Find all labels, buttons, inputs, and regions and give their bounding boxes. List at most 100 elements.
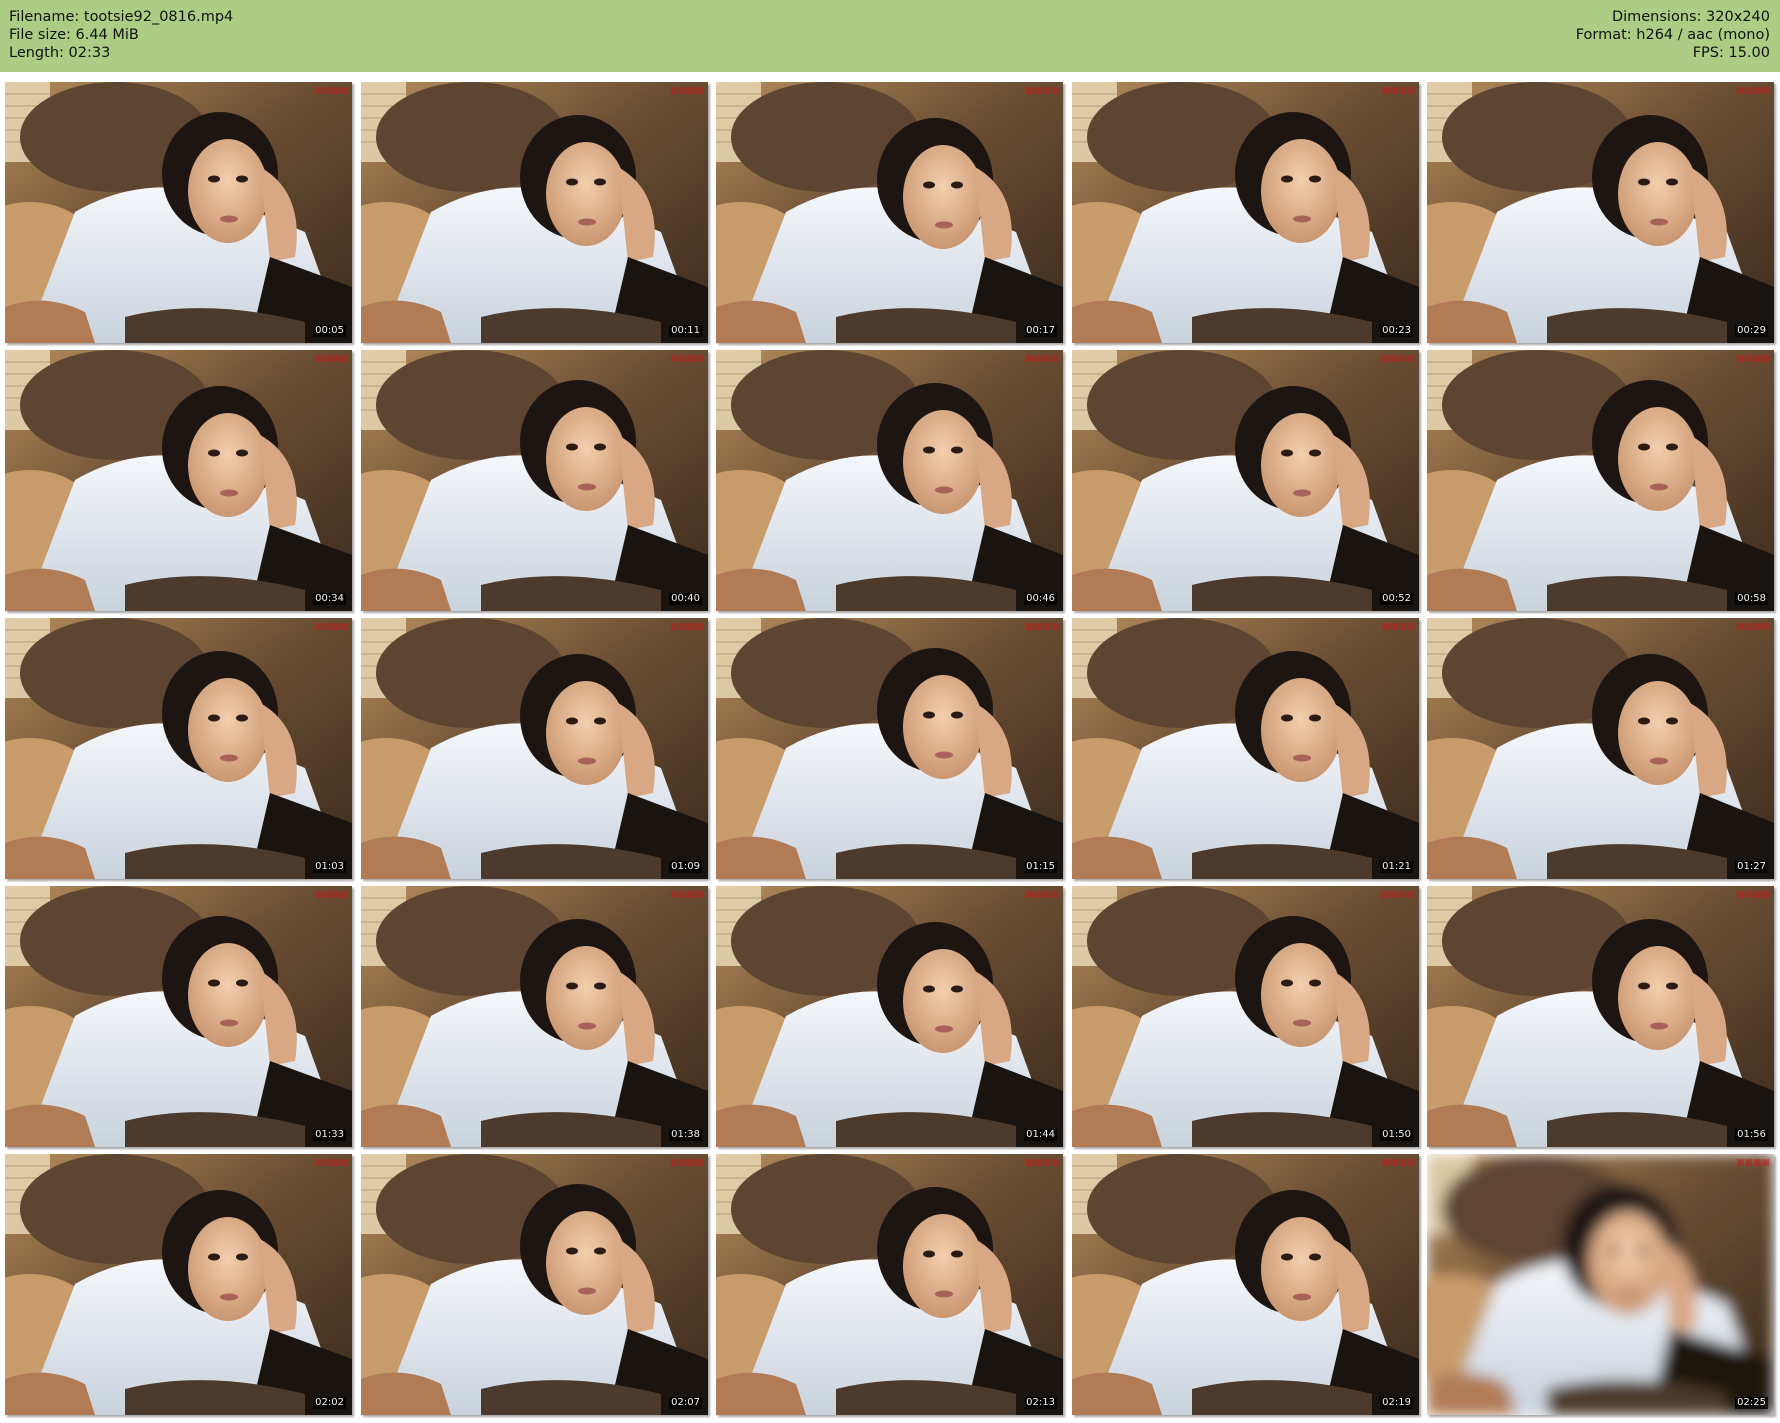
video-frame-image (1427, 350, 1774, 611)
video-thumbnail: ■■■■ 02:19 (1072, 1154, 1419, 1415)
watermark-logo: ■■■■ (313, 1158, 348, 1168)
thumbnail-timestamp: 00:11 (669, 325, 702, 337)
watermark-logo: ■■■■ (1380, 890, 1415, 900)
thumbnail-timestamp: 00:05 (313, 325, 346, 337)
video-thumbnail: ■■■■ 00:17 (716, 82, 1063, 343)
video-frame-image (5, 350, 352, 611)
thumbnail-timestamp: 00:40 (669, 593, 702, 605)
video-frame-image (1072, 350, 1419, 611)
thumbnail-timestamp: 02:13 (1024, 1397, 1057, 1409)
thumbnail-timestamp: 01:27 (1735, 861, 1768, 873)
watermark-logo: ■■■■ (669, 354, 704, 364)
video-thumbnail: ■■■■ 00:52 (1072, 350, 1419, 611)
video-thumbnail: ■■■■ 01:15 (716, 618, 1063, 879)
thumbnail-timestamp: 00:34 (313, 593, 346, 605)
video-frame-image (5, 82, 352, 343)
video-frame-image (1072, 618, 1419, 879)
video-thumbnail: ■■■■ 01:44 (716, 886, 1063, 1147)
thumbnail-grid: ■■■■ 00:05 ■■■■ 00:11 ■■■■ 00:17 ■■■■ 00… (0, 0, 1780, 1423)
video-frame-image (716, 350, 1063, 611)
thumbnail-timestamp: 01:56 (1735, 1129, 1768, 1141)
thumbnail-timestamp: 02:02 (313, 1397, 346, 1409)
video-frame-image (716, 82, 1063, 343)
video-frame-image (361, 1154, 708, 1415)
watermark-logo: ■■■■ (669, 86, 704, 96)
video-frame-image (716, 618, 1063, 879)
video-thumbnail: ■■■■ 00:05 (5, 82, 352, 343)
thumbnail-timestamp: 00:17 (1024, 325, 1057, 337)
video-thumbnail: ■■■■ 02:25 (1427, 1154, 1774, 1415)
watermark-logo: ■■■■ (1735, 1158, 1770, 1168)
video-thumbnail: ■■■■ 01:33 (5, 886, 352, 1147)
video-thumbnail: ■■■■ 01:09 (361, 618, 708, 879)
video-frame-image (361, 886, 708, 1147)
video-frame-image (1072, 886, 1419, 1147)
thumbnail-timestamp: 01:21 (1380, 861, 1413, 873)
thumbnail-timestamp: 01:44 (1024, 1129, 1057, 1141)
video-frame-image (5, 1154, 352, 1415)
thumbnail-timestamp: 00:29 (1735, 325, 1768, 337)
thumbnail-timestamp: 01:09 (669, 861, 702, 873)
watermark-logo: ■■■■ (1024, 890, 1059, 900)
watermark-logo: ■■■■ (1735, 622, 1770, 632)
thumbnail-timestamp: 01:03 (313, 861, 346, 873)
video-frame-image (5, 618, 352, 879)
video-thumbnail: ■■■■ 01:21 (1072, 618, 1419, 879)
video-frame-image (716, 1154, 1063, 1415)
thumbnail-timestamp: 00:58 (1735, 593, 1768, 605)
thumbnail-timestamp: 00:23 (1380, 325, 1413, 337)
video-frame-image (716, 886, 1063, 1147)
watermark-logo: ■■■■ (313, 354, 348, 364)
watermark-logo: ■■■■ (1380, 1158, 1415, 1168)
watermark-logo: ■■■■ (1024, 354, 1059, 364)
thumbnail-timestamp: 01:38 (669, 1129, 702, 1141)
watermark-logo: ■■■■ (1024, 1158, 1059, 1168)
video-thumbnail: ■■■■ 01:50 (1072, 886, 1419, 1147)
video-frame-image (1072, 82, 1419, 343)
watermark-logo: ■■■■ (669, 1158, 704, 1168)
watermark-logo: ■■■■ (1024, 86, 1059, 96)
watermark-logo: ■■■■ (1024, 622, 1059, 632)
video-frame-image (1427, 82, 1774, 343)
thumbnail-timestamp: 02:19 (1380, 1397, 1413, 1409)
video-frame-image (1427, 1154, 1774, 1415)
video-thumbnail: ■■■■ 00:29 (1427, 82, 1774, 343)
watermark-logo: ■■■■ (669, 622, 704, 632)
video-frame-image (1072, 1154, 1419, 1415)
video-frame-image (1427, 618, 1774, 879)
watermark-logo: ■■■■ (1380, 354, 1415, 364)
video-thumbnail: ■■■■ 00:11 (361, 82, 708, 343)
video-thumbnail: ■■■■ 01:03 (5, 618, 352, 879)
video-thumbnail: ■■■■ 00:46 (716, 350, 1063, 611)
watermark-logo: ■■■■ (313, 890, 348, 900)
video-thumbnail: ■■■■ 02:13 (716, 1154, 1063, 1415)
video-thumbnail: ■■■■ 02:02 (5, 1154, 352, 1415)
video-thumbnail: ■■■■ 01:38 (361, 886, 708, 1147)
video-thumbnail: ■■■■ 02:07 (361, 1154, 708, 1415)
watermark-logo: ■■■■ (1735, 86, 1770, 96)
watermark-logo: ■■■■ (313, 86, 348, 96)
video-thumbnail: ■■■■ 00:23 (1072, 82, 1419, 343)
thumbnail-timestamp: 00:52 (1380, 593, 1413, 605)
thumbnail-timestamp: 02:07 (669, 1397, 702, 1409)
watermark-logo: ■■■■ (1380, 622, 1415, 632)
video-frame-image (1427, 886, 1774, 1147)
watermark-logo: ■■■■ (1735, 890, 1770, 900)
thumbnail-timestamp: 01:33 (313, 1129, 346, 1141)
video-thumbnail: ■■■■ 00:34 (5, 350, 352, 611)
thumbnail-timestamp: 01:15 (1024, 861, 1057, 873)
watermark-logo: ■■■■ (1735, 354, 1770, 364)
video-thumbnail: ■■■■ 01:56 (1427, 886, 1774, 1147)
watermark-logo: ■■■■ (669, 890, 704, 900)
thumbnail-timestamp: 00:46 (1024, 593, 1057, 605)
video-frame-image (361, 618, 708, 879)
video-thumbnail: ■■■■ 00:40 (361, 350, 708, 611)
thumbnail-timestamp: 02:25 (1735, 1397, 1768, 1409)
thumbnail-timestamp: 01:50 (1380, 1129, 1413, 1141)
watermark-logo: ■■■■ (313, 622, 348, 632)
video-thumbnail: ■■■■ 01:27 (1427, 618, 1774, 879)
watermark-logo: ■■■■ (1380, 86, 1415, 96)
video-thumbnail: ■■■■ 00:58 (1427, 350, 1774, 611)
video-frame-image (361, 350, 708, 611)
video-frame-image (361, 82, 708, 343)
